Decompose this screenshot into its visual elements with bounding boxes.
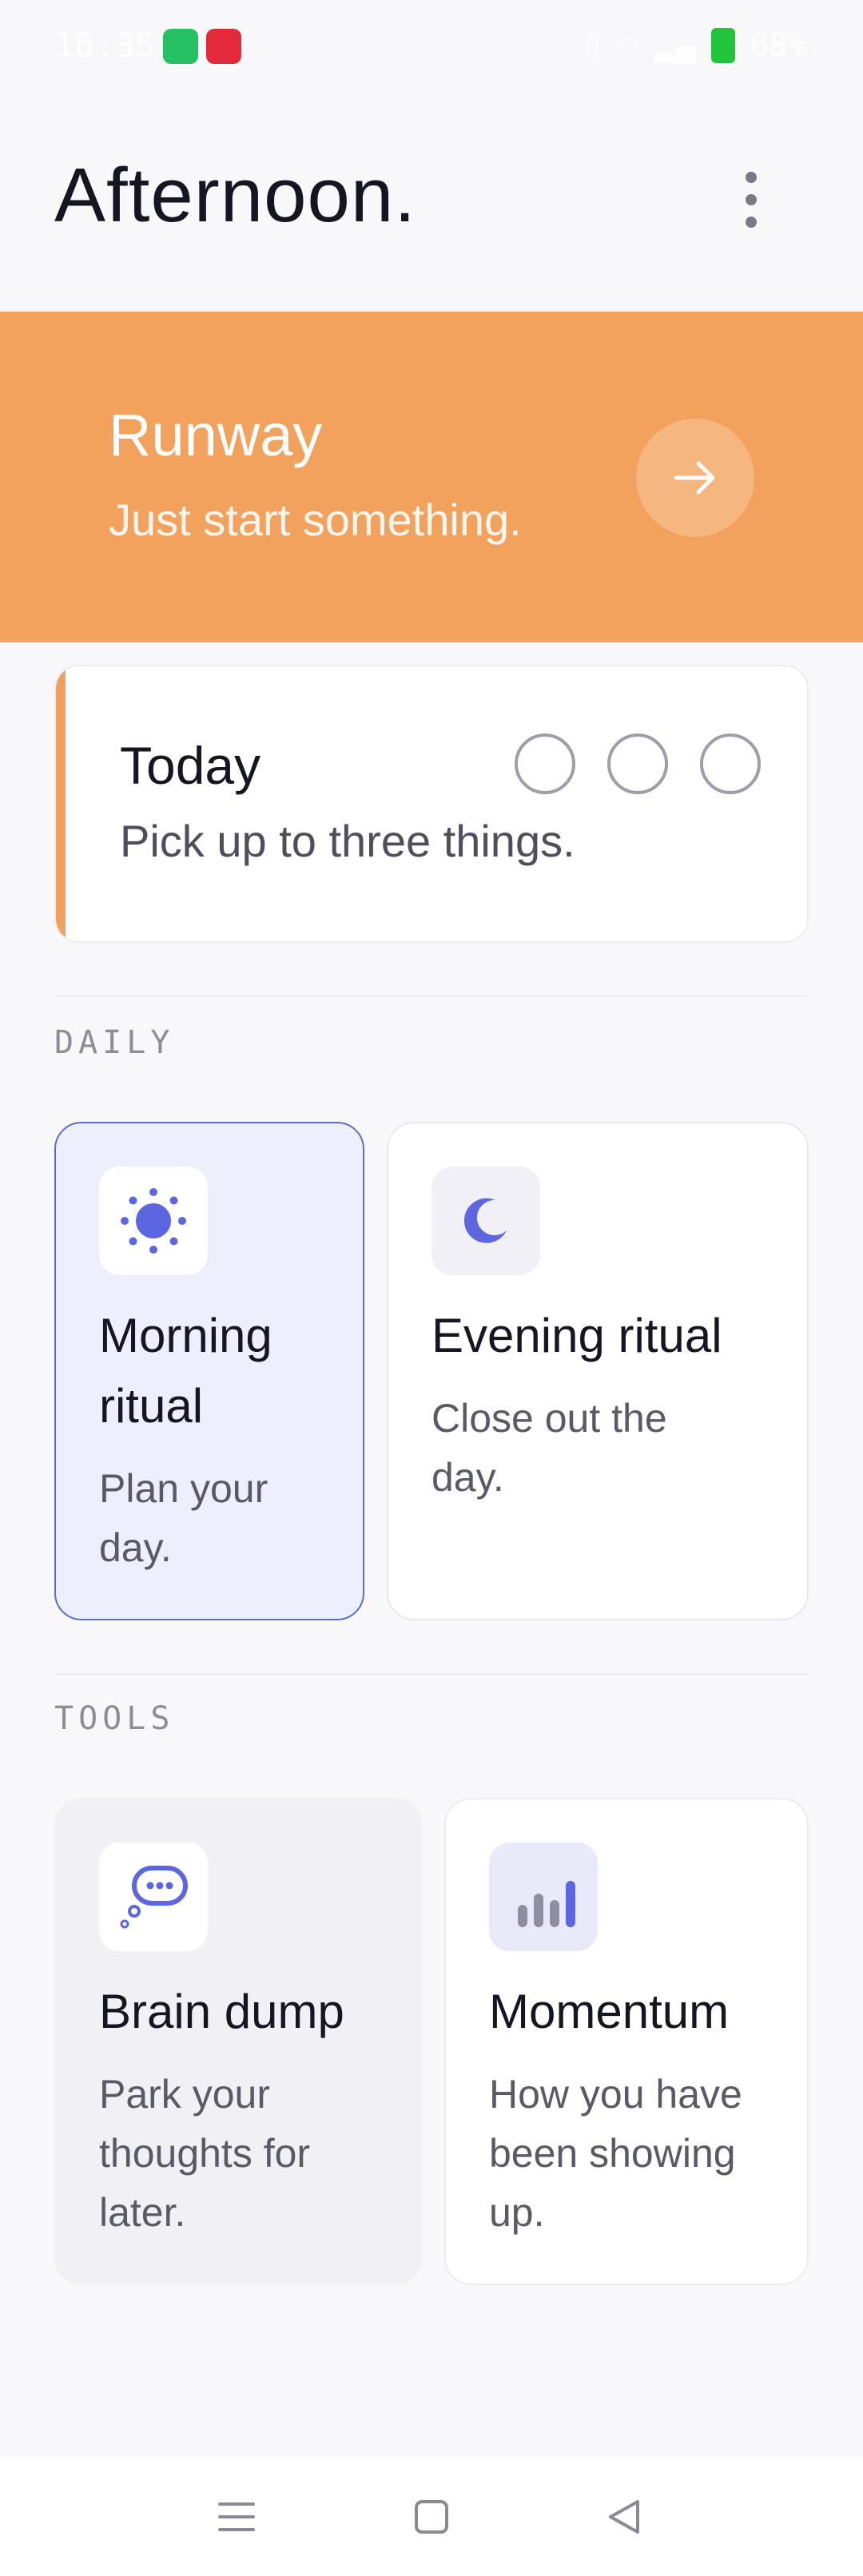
section-label-daily: DAILY [54, 1024, 175, 1061]
divider [54, 996, 809, 997]
evening-ritual-desc: Close out the day. [432, 1389, 667, 1507]
whatsapp-icon [163, 29, 198, 64]
bar-chart-icon [489, 1843, 598, 1951]
evening-ritual-title: Evening ritual [432, 1309, 722, 1362]
moon-glyph [463, 1198, 507, 1243]
desc-line: Close out the [432, 1396, 667, 1441]
momentum-title: Momentum [489, 1985, 730, 2038]
section-label-tools: TOOLS [54, 1700, 175, 1737]
arrow-right-glyph [674, 461, 715, 495]
system-nav-bar [0, 2458, 863, 2576]
today-slot-1[interactable] [515, 733, 575, 794]
desc-line: later. [99, 2190, 186, 2235]
brain-dump-card[interactable]: Brain dump Park your thoughts for later. [54, 1798, 422, 2285]
status-time: 16:35 [54, 26, 156, 65]
back-icon[interactable] [575, 2458, 671, 2576]
moon-icon [432, 1167, 540, 1275]
more-dot [746, 194, 757, 205]
sun-icon [99, 1167, 208, 1275]
status-bar: 16:35 ▯ ◠ ▂▄ 68% [0, 0, 863, 96]
divider [54, 1673, 809, 1675]
runway-banner[interactable]: Runway Just start something. [0, 312, 863, 642]
thought-bubble-icon [99, 1843, 208, 1951]
morning-ritual-card[interactable]: Morning ritual Plan your day. [54, 1122, 364, 1620]
thought-bubble-glyph [120, 1866, 188, 1929]
back-glyph [609, 2500, 639, 2534]
today-subtitle: Pick up to three things. [120, 816, 575, 866]
title-line: Morning [99, 1309, 272, 1362]
banner-subtitle: Just start something. [109, 495, 522, 545]
battery-icon [710, 28, 735, 63]
battery-level: 68% [749, 27, 807, 64]
banner-title: Runway [109, 402, 323, 468]
momentum-card[interactable]: Momentum How you have been showing up. [444, 1798, 809, 2285]
today-slot-3[interactable] [700, 733, 761, 794]
today-title: Today [120, 736, 261, 795]
desc-line: day. [432, 1455, 504, 1500]
sun-glyph [121, 1188, 186, 1254]
wifi-icon: ◠ [614, 29, 640, 62]
desc-line: Plan your [99, 1466, 268, 1511]
brain-dump-title: Brain dump [99, 1985, 344, 2038]
arrow-right-icon[interactable] [636, 419, 754, 537]
title-line: ritual [99, 1379, 204, 1433]
more-vertical-icon[interactable] [727, 164, 775, 236]
signal-icon: ▂▄ [654, 29, 697, 62]
bar-chart-glyph [518, 1881, 575, 1927]
desc-line: Park your [99, 2072, 270, 2117]
home-glyph [415, 2500, 448, 2534]
evening-ritual-card[interactable]: Evening ritual Close out the day. [387, 1122, 809, 1620]
momentum-desc: How you have been showing up. [489, 2065, 742, 2242]
more-dot [746, 217, 757, 228]
page-title: Afternoon. [54, 153, 416, 238]
more-dot [746, 172, 757, 183]
menu-glyph [218, 2502, 255, 2531]
desc-line: day. [99, 1525, 172, 1570]
vibrate-icon: ▯ [584, 29, 601, 62]
today-card[interactable]: Today Pick up to three things. [54, 665, 809, 943]
morning-ritual-desc: Plan your day. [99, 1459, 268, 1577]
today-accent-bar [56, 666, 66, 941]
today-slot-2[interactable] [607, 733, 668, 794]
menu-icon[interactable] [189, 2458, 284, 2576]
desc-line: thoughts for [99, 2131, 311, 2176]
morning-ritual-title: Morning ritual [99, 1301, 272, 1441]
home-icon[interactable] [384, 2458, 479, 2576]
tesla-icon [206, 29, 241, 64]
desc-line: How you have [489, 2072, 742, 2117]
status-icons: ▯ ◠ ▂▄ 68% [584, 26, 807, 66]
desc-line: up. [489, 2190, 545, 2235]
desc-line: been showing [489, 2131, 736, 2176]
brain-dump-desc: Park your thoughts for later. [99, 2065, 310, 2242]
